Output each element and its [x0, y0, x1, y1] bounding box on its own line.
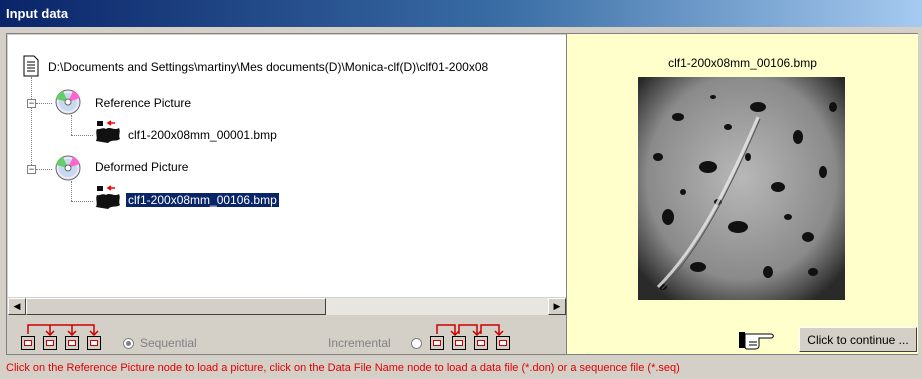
scroll-left-button[interactable]: ◀ [8, 298, 26, 315]
preview-filename: clf1-200x08mm_00106.bmp [668, 56, 817, 70]
tree-connector [71, 201, 93, 202]
tree-node-reference-file[interactable]: clf1-200x08mm_00001.bmp [128, 128, 277, 142]
status-hint: Click on the Reference Picture node to l… [6, 362, 680, 374]
frame-toolbar-icon[interactable] [43, 336, 57, 350]
hand-pointer-icon [739, 332, 774, 350]
scroll-thumb[interactable] [26, 298, 326, 315]
bitmap-file-icon [96, 185, 120, 209]
frame-toolbar-icon[interactable] [21, 336, 35, 350]
tree-node-deformed[interactable]: Deformed Picture [95, 160, 188, 174]
tree-connector [71, 135, 93, 136]
tree-node-reference[interactable]: Reference Picture [95, 96, 191, 110]
tree-node-deformed-file[interactable]: clf1-200x08mm_00106.bmp [125, 192, 280, 208]
preview-image [638, 77, 845, 300]
window-title: Input data [0, 0, 922, 27]
cd-icon [55, 89, 81, 115]
incremental-radio[interactable] [411, 338, 422, 349]
tree-connector [36, 103, 52, 104]
tree-connector [71, 115, 72, 135]
frame-toolbar-icon[interactable] [474, 336, 488, 350]
continue-button[interactable]: Click to continue ... [799, 327, 917, 352]
sequential-label: Sequential [140, 336, 197, 350]
collapse-reference-toggle[interactable]: − [27, 99, 36, 108]
incremental-label: Incremental [328, 336, 391, 350]
tree-connector [71, 181, 72, 201]
sequential-radio[interactable] [123, 338, 134, 349]
bitmap-file-icon [96, 120, 120, 143]
tree-root-path[interactable]: D:\Documents and Settings\martiny\Mes do… [48, 60, 488, 74]
incremental-arrows-icon [436, 324, 504, 336]
frame-toolbar-icon[interactable] [430, 336, 444, 350]
cd-icon [55, 155, 81, 181]
file-tree[interactable]: D:\Documents and Settings\martiny\Mes do… [8, 35, 566, 297]
sequential-arrows-icon [27, 324, 99, 336]
scroll-right-button[interactable]: ▶ [548, 298, 566, 315]
tree-connector [31, 77, 32, 169]
frame-toolbar-icon[interactable] [87, 336, 101, 350]
collapse-deformed-toggle[interactable]: − [27, 165, 36, 174]
document-icon [23, 55, 39, 77]
frame-toolbar-icon[interactable] [452, 336, 466, 350]
frame-toolbar-icon[interactable] [65, 336, 79, 350]
frame-toolbar-icon[interactable] [496, 336, 510, 350]
preview-pane: clf1-200x08mm_00106.bmp Click to continu… [566, 34, 918, 354]
tree-connector [36, 169, 52, 170]
tree-horizontal-scrollbar[interactable]: ◀ ▶ [8, 297, 566, 315]
